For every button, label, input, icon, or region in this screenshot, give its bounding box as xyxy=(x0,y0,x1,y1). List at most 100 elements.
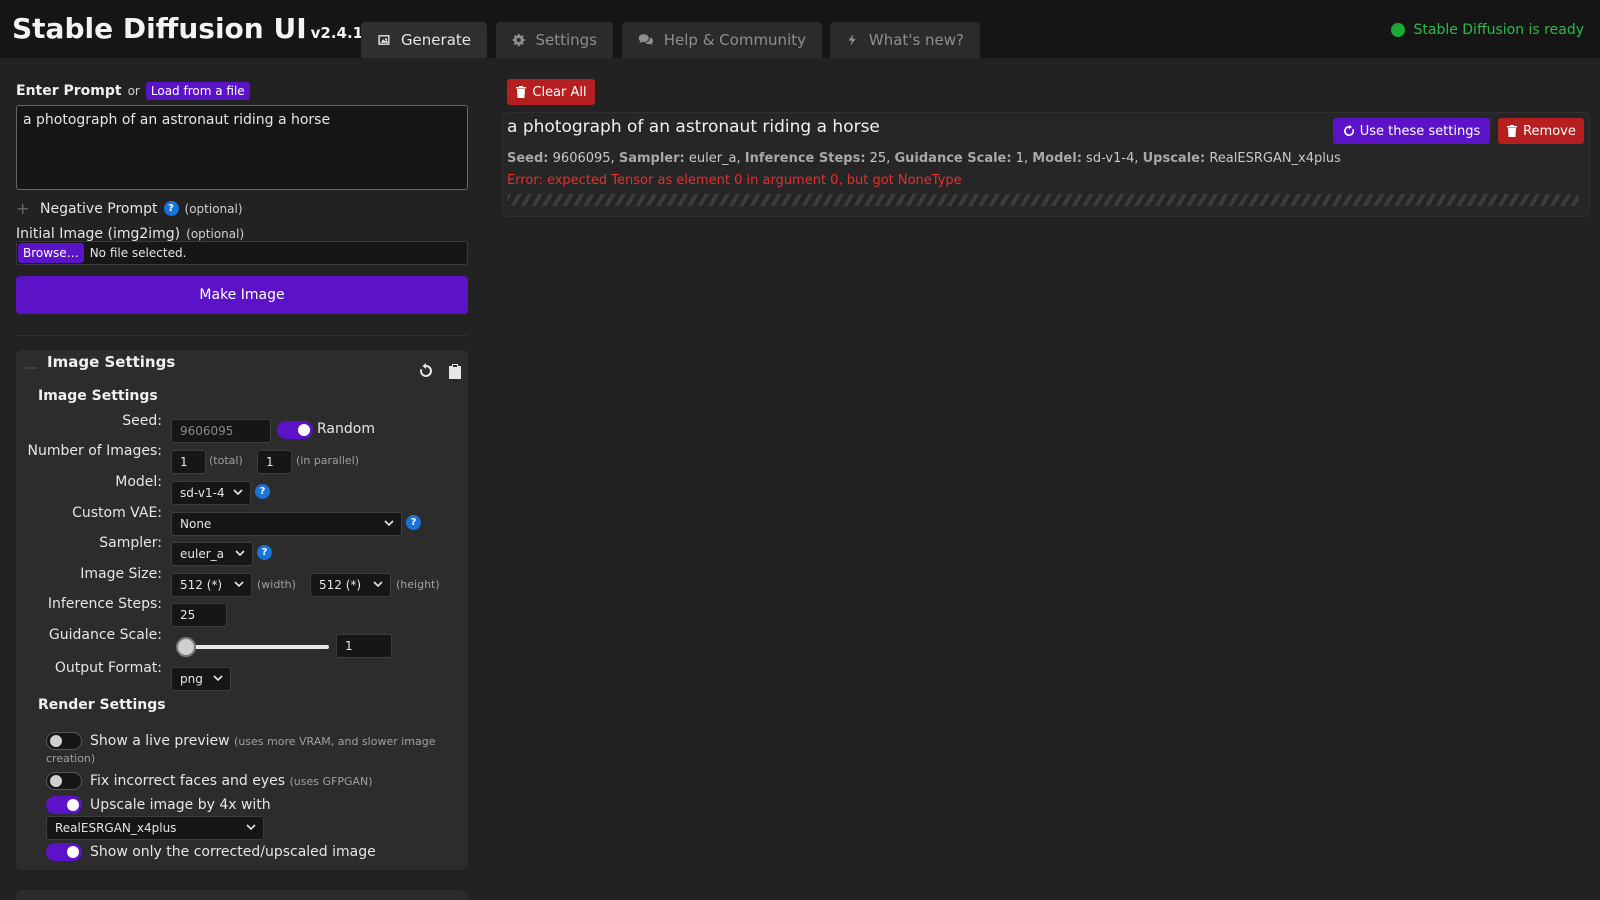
task-error-message: Error: expected Tensor as element 0 in a… xyxy=(507,173,962,188)
live-preview-toggle[interactable] xyxy=(46,732,82,750)
inference-steps-input[interactable]: 25 xyxy=(171,603,227,627)
app-title-text: Stable Diffusion UI xyxy=(12,12,307,45)
model-help-icon[interactable]: ? xyxy=(255,484,270,499)
fix-faces-label: Fix incorrect faces and eyes xyxy=(90,773,286,789)
meta-key: Seed: xyxy=(507,151,549,166)
meta-key: Model: xyxy=(1032,151,1082,166)
expand-plus-icon[interactable]: + xyxy=(16,199,30,218)
next-settings-card xyxy=(16,890,468,900)
show-only-corrected-toggle[interactable] xyxy=(46,843,82,861)
num-images-total-hint: (total) xyxy=(209,454,243,467)
use-these-settings-label: Use these settings xyxy=(1359,123,1481,139)
guidance-scale-slider-handle[interactable] xyxy=(176,637,196,657)
live-preview-hint-cont: creation) xyxy=(46,752,96,765)
clear-all-button[interactable]: Clear All xyxy=(507,79,595,105)
collapse-minus-icon[interactable]: — xyxy=(24,360,38,376)
init-image-file-input[interactable]: Browse… No file selected. xyxy=(16,241,468,265)
custom-vae-select[interactable]: None xyxy=(171,512,402,536)
image-height-value: 512 (*) xyxy=(319,578,362,592)
chevron-down-icon xyxy=(384,520,394,527)
make-image-button[interactable]: Make Image xyxy=(16,276,468,314)
seed-label: Seed: xyxy=(122,413,162,429)
num-images-parallel-input[interactable]: 1 xyxy=(257,450,292,474)
sampler-select[interactable]: euler_a xyxy=(171,542,253,566)
init-image-label: Initial Image (img2img) xyxy=(16,226,181,242)
clear-all-label: Clear All xyxy=(532,84,587,100)
live-preview-label-wrap: Show a live preview (uses more VRAM, and… xyxy=(90,733,436,749)
clipboard-icon[interactable] xyxy=(448,363,462,379)
chevron-down-icon xyxy=(373,581,383,588)
chevron-down-icon xyxy=(246,824,256,831)
image-width-hint: (width) xyxy=(257,578,296,591)
trash-icon xyxy=(516,86,527,98)
negative-prompt-row[interactable]: + Negative Prompt ? (optional) xyxy=(16,199,243,218)
chevron-down-icon xyxy=(235,550,245,557)
upscale-label: Upscale image by 4x with xyxy=(90,797,271,813)
prompt-header: Enter Prompt or Load from a file xyxy=(16,82,250,100)
image-width-select[interactable]: 512 (*) xyxy=(171,573,252,597)
meta-value: sd-v1-4, xyxy=(1086,151,1139,166)
fix-faces-hint: (uses GFPGAN) xyxy=(289,775,373,788)
prompt-or-text: or xyxy=(127,84,140,98)
use-these-settings-button[interactable]: Use these settings xyxy=(1333,118,1490,144)
model-select[interactable]: sd-v1-4 xyxy=(171,481,251,505)
tab-generate-label: Generate xyxy=(400,31,471,49)
sampler-label: Sampler: xyxy=(99,535,162,551)
meta-value: 25, xyxy=(869,151,891,166)
image-settings-card-title[interactable]: Image Settings xyxy=(47,353,175,371)
render-settings-title: Render Settings xyxy=(38,697,166,713)
tab-generate[interactable]: Generate xyxy=(361,22,487,58)
fix-faces-label-wrap: Fix incorrect faces and eyes (uses GFPGA… xyxy=(90,773,373,789)
guidance-scale-slider[interactable] xyxy=(180,645,329,649)
image-height-select[interactable]: 512 (*) xyxy=(310,573,391,597)
tab-help-community[interactable]: Help & Community xyxy=(622,22,822,58)
upscale-model-value: RealESRGAN_x4plus xyxy=(55,821,177,835)
guidance-scale-input[interactable]: 1 xyxy=(336,634,392,658)
meta-key: Upscale: xyxy=(1142,151,1206,166)
meta-value: 9606095, xyxy=(552,151,615,166)
upscale-model-select[interactable]: RealESRGAN_x4plus xyxy=(46,816,264,840)
bolt-icon xyxy=(848,34,856,46)
tab-whats-new[interactable]: What's new? xyxy=(830,22,980,58)
custom-vae-help-icon[interactable]: ? xyxy=(406,515,421,530)
image-width-value: 512 (*) xyxy=(180,578,223,592)
reset-icon[interactable] xyxy=(418,363,434,379)
output-format-value: png xyxy=(180,672,203,686)
prompt-input[interactable]: a photograph of an astronaut riding a ho… xyxy=(16,105,468,190)
guidance-scale-label: Guidance Scale: xyxy=(48,627,162,643)
chevron-down-icon xyxy=(233,489,243,496)
image-settings-section-title: Image Settings xyxy=(38,388,158,404)
browse-button[interactable]: Browse… xyxy=(18,243,84,263)
task-settings-summary: Seed: 9606095, Sampler: euler_a, Inferen… xyxy=(507,151,1341,166)
chevron-down-icon xyxy=(213,675,223,682)
random-seed-label: Random xyxy=(317,421,375,437)
file-status-text: No file selected. xyxy=(89,246,187,260)
meta-key: Sampler: xyxy=(618,151,685,166)
custom-vae-select-value: None xyxy=(180,517,212,531)
fix-faces-toggle[interactable] xyxy=(46,772,82,790)
num-images-label: Number of Images: xyxy=(27,443,163,459)
tab-settings[interactable]: Settings xyxy=(496,22,613,58)
meta-key: Guidance Scale: xyxy=(894,151,1012,166)
sampler-select-value: euler_a xyxy=(180,547,224,561)
image-icon xyxy=(378,35,390,45)
tab-whats-new-label: What's new? xyxy=(868,31,964,49)
help-icon[interactable]: ? xyxy=(163,201,179,216)
output-format-select[interactable]: png xyxy=(171,667,231,691)
upscale-toggle[interactable] xyxy=(46,796,82,814)
num-images-total-input[interactable]: 1 xyxy=(171,450,206,474)
init-image-label-row: Initial Image (img2img) (optional) xyxy=(16,226,244,242)
sampler-help-icon[interactable]: ? xyxy=(257,545,272,560)
show-only-corrected-label: Show only the corrected/upscaled image xyxy=(90,844,376,860)
server-status: Stable Diffusion is ready xyxy=(1391,22,1584,38)
tab-help-label: Help & Community xyxy=(663,31,806,49)
app-title: Stable Diffusion UI v2.4.13 xyxy=(12,12,374,45)
random-seed-toggle[interactable] xyxy=(277,421,313,439)
prompt-label: Enter Prompt xyxy=(16,83,122,99)
load-from-file-button[interactable]: Load from a file xyxy=(145,82,250,100)
meta-value: RealESRGAN_x4plus xyxy=(1209,151,1341,166)
meta-value: euler_a, xyxy=(688,151,741,166)
seed-input[interactable]: 9606095 xyxy=(171,419,271,443)
remove-task-button[interactable]: Remove xyxy=(1498,118,1584,144)
output-format-label: Output Format: xyxy=(54,660,162,676)
